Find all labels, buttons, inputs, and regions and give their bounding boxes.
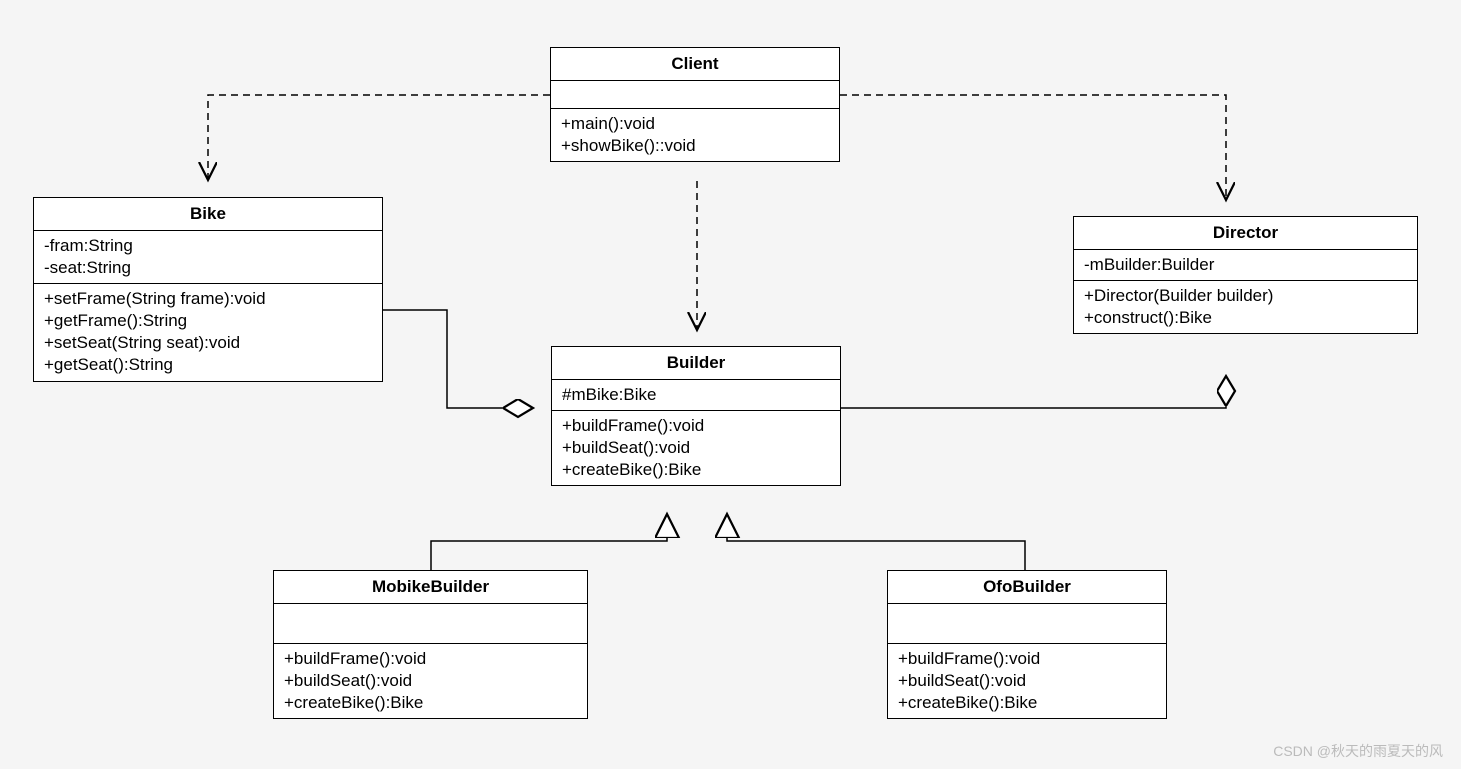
op: +buildSeat():void <box>284 670 577 692</box>
op: +getFrame():String <box>44 310 372 332</box>
class-title: Bike <box>34 198 382 231</box>
class-director: Director -mBuilder:Builder +Director(Bui… <box>1073 216 1418 334</box>
op: +createBike():Bike <box>284 692 577 714</box>
class-attrs <box>274 604 587 644</box>
class-ops: +main():void +showBike()::void <box>551 109 839 161</box>
class-bike: Bike -fram:String -seat:String +setFrame… <box>33 197 383 382</box>
class-ops: +buildFrame():void +buildSeat():void +cr… <box>888 644 1166 718</box>
class-client: Client +main():void +showBike()::void <box>550 47 840 162</box>
class-builder: Builder #mBike:Bike +buildFrame():void +… <box>551 346 841 486</box>
op: +buildSeat():void <box>898 670 1156 692</box>
op: +construct():Bike <box>1084 307 1407 329</box>
op: +Director(Builder builder) <box>1084 285 1407 307</box>
attr: -mBuilder:Builder <box>1084 254 1407 276</box>
class-attrs <box>551 81 839 109</box>
op: +main():void <box>561 113 829 135</box>
class-title: Client <box>551 48 839 81</box>
op: +getSeat():String <box>44 354 372 376</box>
class-ops: +buildFrame():void +buildSeat():void +cr… <box>274 644 587 718</box>
class-title: MobikeBuilder <box>274 571 587 604</box>
class-title: Director <box>1074 217 1417 250</box>
attr: -seat:String <box>44 257 372 279</box>
class-title: Builder <box>552 347 840 380</box>
op: +setFrame(String frame):void <box>44 288 372 310</box>
watermark: CSDN @秋天的雨夏天的风 <box>1273 741 1443 761</box>
class-ops: +setFrame(String frame):void +getFrame()… <box>34 284 382 380</box>
class-ops: +buildFrame():void +buildSeat():void +cr… <box>552 411 840 485</box>
op: +showBike()::void <box>561 135 829 157</box>
attr: #mBike:Bike <box>562 384 830 406</box>
op: +createBike():Bike <box>898 692 1156 714</box>
op: +createBike():Bike <box>562 459 830 481</box>
op: +setSeat(String seat):void <box>44 332 372 354</box>
class-attrs: -fram:String -seat:String <box>34 231 382 284</box>
class-ofo: OfoBuilder +buildFrame():void +buildSeat… <box>887 570 1167 719</box>
class-attrs: -mBuilder:Builder <box>1074 250 1417 281</box>
class-title: OfoBuilder <box>888 571 1166 604</box>
op: +buildFrame():void <box>562 415 830 437</box>
op: +buildSeat():void <box>562 437 830 459</box>
class-ops: +Director(Builder builder) +construct():… <box>1074 281 1417 333</box>
attr: -fram:String <box>44 235 372 257</box>
class-attrs <box>888 604 1166 644</box>
op: +buildFrame():void <box>284 648 577 670</box>
class-attrs: #mBike:Bike <box>552 380 840 411</box>
class-mobike: MobikeBuilder +buildFrame():void +buildS… <box>273 570 588 719</box>
op: +buildFrame():void <box>898 648 1156 670</box>
